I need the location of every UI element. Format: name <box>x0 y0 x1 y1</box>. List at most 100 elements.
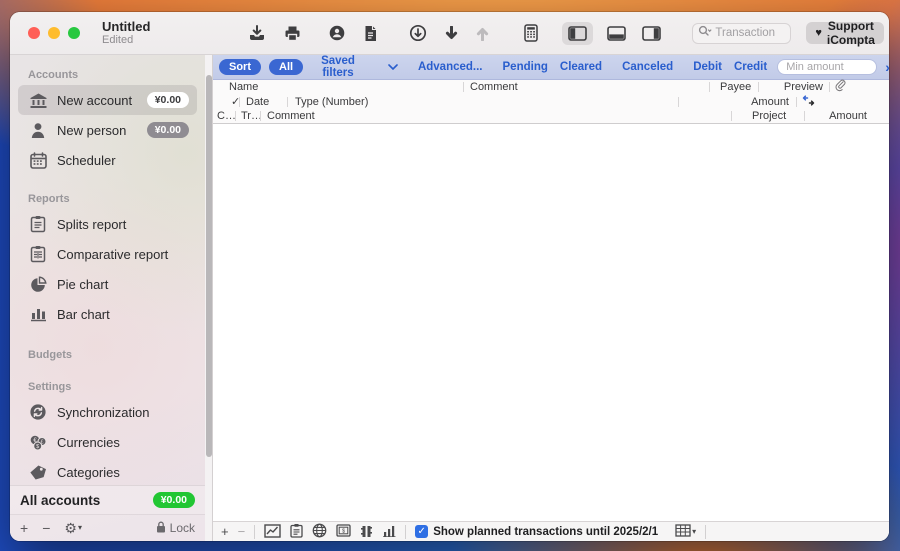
sidebar-scroll-area: Accounts New account ¥0.00 New person ¥0… <box>10 55 205 485</box>
window-title: Untitled <box>102 20 150 34</box>
person-icon <box>28 122 48 139</box>
advanced-filter-button[interactable]: Advanced... <box>416 61 485 73</box>
calendar-icon <box>28 152 48 169</box>
column-header-comment[interactable]: Comment <box>464 81 709 93</box>
calculator-button[interactable] <box>522 22 540 44</box>
saved-filters-dropdown[interactable]: Saved filters <box>319 55 400 79</box>
column-header-comment2[interactable]: Comment <box>261 110 731 122</box>
sidebar-item-label: Scheduler <box>57 153 189 168</box>
traffic-lights <box>28 27 80 39</box>
search-field[interactable] <box>692 23 791 44</box>
remove-transaction-button[interactable]: − <box>238 525 246 538</box>
action-gear-button[interactable]: ⚙▾ <box>64 521 82 535</box>
compare-columns-button[interactable] <box>360 524 373 540</box>
main-bottom-bar: + − $ ✓ Show planned transactions until … <box>213 521 889 541</box>
column-header-check[interactable]: ✓ <box>213 95 239 108</box>
all-filter-button[interactable]: All <box>269 59 303 75</box>
sidebar-item-bar-chart[interactable]: Bar chart <box>18 299 197 329</box>
more-filters-button[interactable]: » <box>885 59 889 75</box>
sidebar-item-categories[interactable]: Categories <box>18 457 197 485</box>
settings-section-header: Settings <box>18 375 197 397</box>
canceled-filter-button[interactable]: Canceled <box>620 61 675 73</box>
toggle-right-panel-button[interactable] <box>640 24 663 43</box>
sidebar-item-splits-report[interactable]: Splits report <box>18 209 197 239</box>
support-icompta-button[interactable]: ♥ Support iCompta <box>806 22 884 44</box>
attachment-column-header[interactable] <box>830 79 846 95</box>
credit-filter-button[interactable]: Credit <box>732 61 769 73</box>
sidebar-scrollbar[interactable] <box>205 55 213 541</box>
column-header-c[interactable]: C… <box>213 110 235 122</box>
add-account-button[interactable]: + <box>20 521 28 535</box>
toggle-bottom-panel-button[interactable] <box>605 24 628 43</box>
circle-download-button[interactable] <box>407 22 429 44</box>
transfer-column-header[interactable] <box>797 95 815 109</box>
graph-view-button[interactable] <box>264 524 281 540</box>
divider <box>405 525 406 539</box>
import-button[interactable] <box>246 23 268 44</box>
column-header-tr[interactable]: Tr… <box>236 110 260 122</box>
sidebar-item-currencies[interactable]: €£$ Currencies <box>18 427 197 457</box>
divider <box>254 525 255 539</box>
reports-section-header: Reports <box>18 187 197 209</box>
column-header-date[interactable]: Date <box>240 96 287 108</box>
sort-button[interactable]: Sort <box>219 59 261 75</box>
lock-control[interactable]: Lock <box>156 521 195 536</box>
sidebar-item-new-account[interactable]: New account ¥0.00 <box>18 85 197 115</box>
sidebar-item-label: Bar chart <box>57 307 189 322</box>
column-header-payee[interactable]: Payee <box>710 81 758 93</box>
column-header-name[interactable]: Name <box>213 81 463 93</box>
show-planned-checkbox[interactable]: ✓ Show planned transactions until 2025/2… <box>415 525 658 538</box>
panel-bottom-icon <box>607 26 626 41</box>
transaction-list[interactable] <box>213 124 889 521</box>
chevron-down-icon: ▾ <box>692 528 696 536</box>
up-arrow-icon <box>476 26 489 41</box>
minimize-window-button[interactable] <box>48 27 60 39</box>
close-window-button[interactable] <box>28 27 40 39</box>
sidebar-item-new-person[interactable]: New person ¥0.00 <box>18 115 197 145</box>
remove-account-button[interactable]: − <box>42 521 50 535</box>
sidebar-item-scheduler[interactable]: Scheduler <box>18 145 197 175</box>
search-input[interactable] <box>715 27 785 39</box>
sidebar-item-comparative-report[interactable]: Comparative report <box>18 239 197 269</box>
panel-right-icon <box>642 26 661 41</box>
all-accounts-balance-badge: ¥0.00 <box>153 492 195 508</box>
budgets-section-header: Budgets <box>18 343 197 365</box>
transactions-panel: Sort All Saved filters Advanced... Pendi… <box>213 55 889 541</box>
column-header-project[interactable]: Project <box>732 110 792 122</box>
table-columns-dropdown[interactable]: ▾ <box>675 524 696 539</box>
sidebar-item-synchronization[interactable]: Synchronization <box>18 397 197 427</box>
add-transaction-button[interactable]: + <box>221 525 229 538</box>
person-balance-badge: ¥0.00 <box>147 122 189 138</box>
column-header-amount[interactable]: Amount <box>679 96 789 108</box>
all-accounts-row[interactable]: All accounts ¥0.00 <box>10 485 205 514</box>
titlebar: Untitled Edited <box>10 12 889 55</box>
payees-button[interactable] <box>326 22 348 44</box>
banknote-view-button[interactable]: $ <box>336 524 351 539</box>
transfer-arrows-icon <box>802 95 815 109</box>
table-grid-icon <box>675 524 691 539</box>
svg-text:$: $ <box>36 444 39 450</box>
sidebar-scrollbar-thumb[interactable] <box>206 75 212 457</box>
saved-filters-label: Saved filters <box>321 55 355 79</box>
zoom-window-button[interactable] <box>68 27 80 39</box>
report-view-button[interactable] <box>290 523 303 540</box>
window-subtitle: Edited <box>102 34 150 46</box>
min-amount-input[interactable] <box>777 59 877 75</box>
toggle-sidebar-panel-button[interactable] <box>562 22 593 45</box>
stats-view-button[interactable] <box>382 524 396 539</box>
banknote-icon: $ <box>336 524 351 539</box>
web-view-button[interactable] <box>312 523 327 540</box>
move-up-button[interactable] <box>474 24 491 43</box>
pending-filter-button[interactable]: Pending <box>501 61 550 73</box>
debit-filter-button[interactable]: Debit <box>691 61 724 73</box>
tag-icon <box>28 464 48 481</box>
column-header-type-number[interactable]: Type (Number) <box>288 96 678 108</box>
column-header-preview[interactable]: Preview <box>759 81 823 93</box>
print-button[interactable] <box>282 23 303 44</box>
report-document-button[interactable] <box>361 23 380 44</box>
column-header-amount2[interactable]: Amount <box>805 110 867 122</box>
sidebar-item-pie-chart[interactable]: Pie chart <box>18 269 197 299</box>
cleared-filter-button[interactable]: Cleared <box>558 61 604 73</box>
move-down-button[interactable] <box>443 24 460 43</box>
chart-line-icon <box>264 524 281 540</box>
